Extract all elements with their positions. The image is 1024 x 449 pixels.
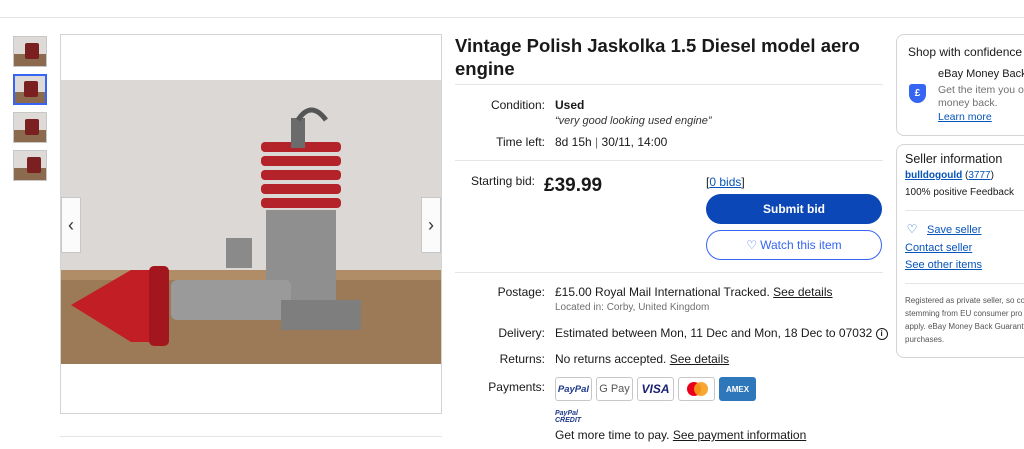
seller-name-row: bulldogould (3777) [905,170,994,181]
main-image-viewer: ‹ › [60,34,442,414]
payment-info-link[interactable]: See payment information [673,428,806,442]
title-divider [455,84,883,85]
shop-confidence-heading: Shop with confidence [908,45,1023,59]
bid-count: [0 bids] [706,175,745,189]
chevron-right-icon[interactable]: › [421,197,441,253]
postage-label: Postage: [497,285,545,299]
postage-service: Royal Mail International Tracked. [595,285,770,299]
private-seller-note: Registered as private seller, so co stem… [905,294,1024,346]
returns-value: No returns accepted. See details [555,352,729,366]
delivery-estimate: Estimated between Mon, 11 Dec and Mon, 1… [555,326,873,340]
time-left-value: 8d 15h | 30/11, 14:00 [555,135,667,149]
note-line-3: apply. eBay Money Back Guarant [905,322,1024,331]
save-seller-button[interactable]: ♡ Save seller [905,222,982,236]
item-location: Located in: Corby, United Kingdom [555,302,710,313]
note-line-2: stemming from EU consumer pro [905,309,1023,318]
time-left-duration: 8d 15h [555,135,592,149]
gallery-divider [60,436,442,437]
bid-divider [455,272,883,273]
visa-icon: VISA [637,377,674,401]
contact-seller-link[interactable]: Contact seller [905,242,972,254]
paypal-icon: PayPal [555,377,592,401]
bid-bracket-close: ] [741,175,745,189]
positive-feedback: 100% positive Feedback [905,187,1014,198]
returns-label: Returns: [499,352,545,366]
time-divider [455,160,883,161]
mastercard-icon [678,377,715,401]
chevron-left-icon[interactable]: ‹ [61,197,81,253]
watch-item-label: Watch this item [760,238,842,252]
thumbnail-3[interactable] [13,112,47,143]
learn-more-link[interactable]: Learn more [938,111,992,123]
payment-methods: PayPal G Pay VISA AMEX [555,377,756,401]
time-left-separator: | [595,135,599,149]
delivery-value: Estimated between Mon, 11 Dec and Mon, 1… [555,326,888,340]
condition-note: “very good looking used engine” [555,115,712,127]
bid-history-link[interactable]: 0 bids [709,175,741,189]
see-other-items-link[interactable]: See other items [905,259,982,271]
seller-divider-2 [905,283,1024,284]
shield-icon: £ [909,84,926,103]
thumbnail-1[interactable] [13,36,47,67]
returns-details-link[interactable]: See details [670,352,729,366]
postage-details-link[interactable]: See details [773,285,832,299]
header-divider [0,17,1024,18]
paypal-credit-text: Get more time to pay. See payment inform… [555,428,806,442]
seller-info-heading: Seller information [905,152,1003,166]
thumbnail-strip [13,36,47,188]
paypal-credit-icon: PayPal CREDIT [555,410,581,424]
feedback-close: ) [990,170,994,181]
money-back-title: eBay Money Back [938,68,1024,80]
heart-icon: ♡ [906,222,918,236]
item-title: Vintage Polish Jaskolka 1.5 Diesel model… [455,35,860,79]
seller-username-link[interactable]: bulldogould [905,170,962,181]
note-line-1: Registered as private seller, so co [905,296,1024,305]
money-back-desc-1: Get the item you o [938,84,1024,96]
condition-text: Used [555,98,585,112]
paypal-credit-line1: PayPal [555,410,578,417]
starting-bid-label: Starting bid: [470,174,535,188]
thumbnail-2[interactable] [13,74,47,105]
thumbnail-4[interactable] [13,150,47,181]
credit-text: Get more time to pay. [555,428,670,442]
time-left-label: Time left: [496,135,545,149]
returns-text: No returns accepted. [555,352,667,366]
condition-value: Used [555,98,584,112]
submit-bid-button[interactable]: Submit bid [706,194,882,224]
money-back-desc: Get the item you o money back. [938,84,1024,110]
save-seller-label: Save seller [927,224,982,236]
heart-icon: ♡ [746,238,758,252]
payments-label: Payments: [488,380,545,394]
watch-item-button[interactable]: ♡ Watch this item [706,230,882,260]
time-left-end: 30/11, 14:00 [601,135,668,149]
note-line-4: purchases. [905,335,945,344]
product-photo[interactable] [61,80,441,364]
money-back-desc-2: money back. [938,97,998,109]
feedback-score-link[interactable]: 3777 [968,170,990,181]
postage-value: £15.00 Royal Mail International Tracked.… [555,285,833,299]
paypal-credit-line2: CREDIT [555,417,582,424]
starting-bid-price: £39.99 [544,175,603,196]
info-icon[interactable]: i [875,327,888,340]
delivery-label: Delivery: [498,326,545,340]
amex-icon: AMEX [719,377,756,401]
postage-price: £15.00 [555,285,592,299]
seller-divider [905,210,1024,211]
condition-label: Condition: [490,98,545,112]
google-pay-icon: G Pay [596,377,633,401]
